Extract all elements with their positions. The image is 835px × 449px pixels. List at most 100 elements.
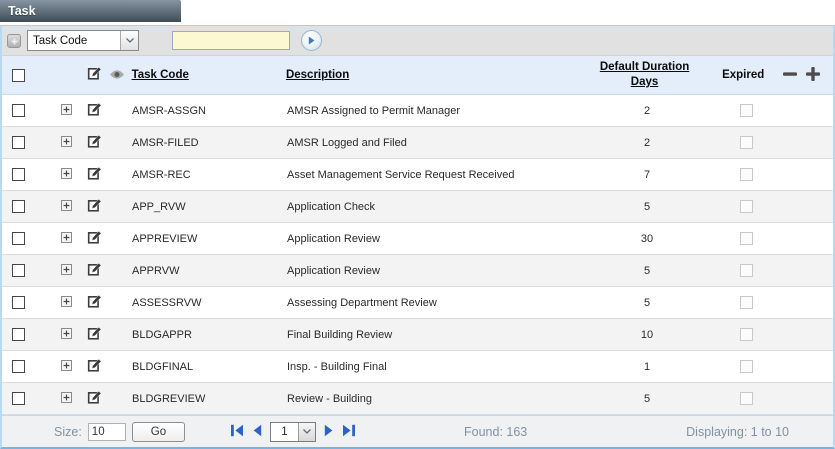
edit-row-button[interactable] bbox=[87, 294, 102, 312]
task-code-cell: BLDGAPPR bbox=[132, 328, 192, 341]
found-count: Found: 163 bbox=[464, 424, 528, 439]
expired-checkbox bbox=[739, 200, 753, 213]
page-number-value: 1 bbox=[281, 425, 288, 438]
expand-row-button[interactable] bbox=[61, 135, 72, 150]
edit-row-button[interactable] bbox=[87, 166, 102, 184]
row-checkbox[interactable] bbox=[12, 232, 25, 245]
description-cell: Final Building Review bbox=[287, 328, 393, 341]
expired-checkbox bbox=[739, 296, 753, 309]
edit-row-button[interactable] bbox=[87, 134, 102, 152]
description-cell: Assessing Department Review bbox=[287, 296, 437, 309]
page-size-group: Size: Go bbox=[54, 421, 186, 442]
search-field-selected-value: Task Code bbox=[33, 34, 88, 47]
first-page-button[interactable] bbox=[230, 424, 244, 440]
edit-row-button[interactable] bbox=[87, 198, 102, 216]
view-column-button[interactable] bbox=[109, 68, 125, 83]
task-code-cell: APP_RVW bbox=[132, 200, 186, 213]
row-checkbox[interactable] bbox=[12, 296, 25, 309]
row-checkbox[interactable] bbox=[12, 168, 25, 181]
search-input[interactable] bbox=[172, 31, 290, 50]
expand-row-button[interactable] bbox=[61, 231, 72, 246]
remove-column-button[interactable] bbox=[782, 66, 798, 85]
duration-cell: 2 bbox=[643, 136, 651, 149]
plus-icon bbox=[805, 66, 821, 85]
edit-icon bbox=[87, 134, 102, 152]
expired-checkbox bbox=[739, 328, 753, 341]
row-checkbox[interactable] bbox=[12, 200, 25, 213]
table-row: APPREVIEW Application Review 30 bbox=[2, 223, 833, 255]
expand-plus-icon bbox=[61, 167, 72, 182]
description-cell: Application Review bbox=[287, 232, 380, 245]
expand-row-button[interactable] bbox=[61, 327, 72, 342]
expand-row-button[interactable] bbox=[61, 359, 72, 374]
next-page-button[interactable] bbox=[324, 424, 334, 440]
row-checkbox[interactable] bbox=[12, 360, 25, 373]
page-size-input[interactable] bbox=[87, 422, 126, 441]
last-page-button[interactable] bbox=[342, 424, 356, 440]
header-column-tools bbox=[782, 56, 833, 94]
expand-row-button[interactable] bbox=[61, 263, 72, 278]
task-admin-screen: Task Task Code Task Code Description Def… bbox=[0, 0, 835, 449]
column-header-task-code[interactable]: Task Code bbox=[132, 56, 286, 94]
edit-row-button[interactable] bbox=[87, 358, 102, 376]
duration-cell: 30 bbox=[640, 232, 654, 245]
select-all-checkbox[interactable] bbox=[12, 68, 25, 82]
expand-row-button[interactable] bbox=[61, 103, 72, 118]
duration-cell: 2 bbox=[643, 104, 651, 117]
description-cell: AMSR Assigned to Permit Manager bbox=[287, 104, 461, 117]
edit-row-button[interactable] bbox=[87, 102, 102, 120]
row-checkbox[interactable] bbox=[12, 104, 25, 117]
row-checkbox[interactable] bbox=[12, 328, 25, 341]
expired-checkbox bbox=[739, 104, 753, 117]
expand-plus-icon bbox=[61, 231, 72, 246]
search-go-button[interactable] bbox=[301, 30, 322, 51]
task-code-cell: BLDGREVIEW bbox=[132, 392, 206, 405]
edit-row-button[interactable] bbox=[87, 390, 102, 408]
description-cell: Review - Building bbox=[287, 392, 372, 405]
duration-cell: 5 bbox=[643, 392, 651, 405]
expand-row-button[interactable] bbox=[61, 391, 72, 406]
page-size-go-button[interactable]: Go bbox=[131, 421, 186, 442]
task-code-cell: ASSESSRVW bbox=[132, 296, 202, 309]
expired-checkbox bbox=[739, 136, 753, 149]
table-row: AMSR-FILED AMSR Logged and Filed 2 bbox=[2, 127, 833, 159]
duration-cell: 5 bbox=[643, 296, 651, 309]
page-title: Task bbox=[8, 4, 36, 18]
row-checkbox[interactable] bbox=[12, 392, 25, 405]
table-row: AMSR-REC Asset Management Service Reques… bbox=[2, 159, 833, 191]
edit-icon bbox=[87, 198, 102, 216]
header-icons-cell bbox=[87, 56, 132, 94]
pager: 1 bbox=[230, 421, 356, 442]
column-header-duration[interactable]: Default Duration Days bbox=[585, 56, 705, 94]
task-code-cell: APPRVW bbox=[132, 264, 180, 277]
table-row: BLDGAPPR Final Building Review 10 bbox=[2, 319, 833, 351]
table-row: AMSR-ASSGN AMSR Assigned to Permit Manag… bbox=[2, 95, 833, 127]
expand-row-button[interactable] bbox=[61, 199, 72, 214]
expired-checkbox bbox=[739, 392, 753, 405]
edit-row-button[interactable] bbox=[87, 262, 102, 280]
page-number-select[interactable]: 1 bbox=[270, 421, 316, 442]
prev-page-button[interactable] bbox=[252, 424, 262, 440]
edit-row-button[interactable] bbox=[87, 230, 102, 248]
task-code-cell: AMSR-REC bbox=[132, 168, 191, 181]
add-filter-button[interactable] bbox=[7, 33, 21, 48]
row-checkbox[interactable] bbox=[12, 264, 25, 277]
size-label: Size: bbox=[54, 424, 82, 439]
expand-plus-icon bbox=[61, 359, 72, 374]
description-cell: Application Review bbox=[287, 264, 380, 277]
expired-checkbox bbox=[739, 264, 753, 277]
add-column-button[interactable] bbox=[805, 66, 821, 85]
expand-row-button[interactable] bbox=[61, 167, 72, 182]
edit-icon bbox=[87, 358, 102, 376]
next-page-icon bbox=[324, 424, 334, 440]
search-field-select[interactable]: Task Code bbox=[27, 30, 139, 51]
first-page-icon bbox=[230, 424, 244, 440]
edit-column-button[interactable] bbox=[87, 66, 102, 84]
edit-row-button[interactable] bbox=[87, 326, 102, 344]
table-header: Task Code Description Default Duration D… bbox=[2, 56, 833, 95]
column-header-description[interactable]: Description bbox=[286, 56, 585, 94]
duration-cell: 5 bbox=[643, 264, 651, 277]
expand-plus-icon bbox=[61, 103, 72, 118]
expand-row-button[interactable] bbox=[61, 295, 72, 310]
row-checkbox[interactable] bbox=[12, 136, 25, 149]
